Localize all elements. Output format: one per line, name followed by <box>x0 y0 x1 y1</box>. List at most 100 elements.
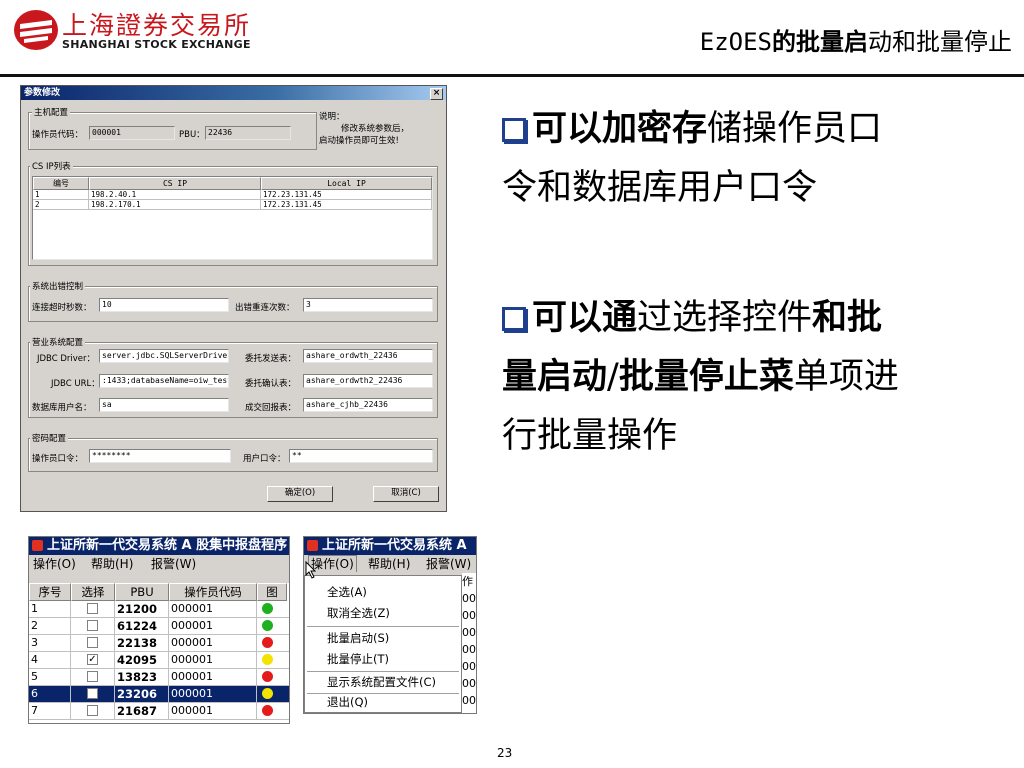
db-user-field[interactable]: sa <box>99 398 229 412</box>
ok-button[interactable]: 确定(O) <box>267 486 333 502</box>
cs-ip-table: 编号 CS IP Local IP 1 198.2.40.1 172.23.13… <box>32 176 433 260</box>
select-cell[interactable]: ✓ <box>71 652 115 669</box>
confirm-table-field[interactable]: ashare_ordwth2_22436 <box>303 374 433 388</box>
column-header-operator[interactable]: 操作员代码 <box>169 583 257 601</box>
status-cell[interactable] <box>257 618 289 635</box>
row-checkbox[interactable] <box>87 671 98 682</box>
grid-edge-cell: 00 <box>462 592 476 605</box>
menu-item-batch-stop[interactable]: 批量停止(T) <box>305 649 461 670</box>
row-number-cell[interactable]: 3 <box>29 635 71 652</box>
pbu-cell[interactable]: 13823 <box>115 669 169 686</box>
select-cell[interactable] <box>71 669 115 686</box>
row-checkbox[interactable] <box>87 603 98 614</box>
table-cell[interactable]: 198.2.40.1 <box>89 190 261 200</box>
row-checkbox[interactable] <box>87 620 98 631</box>
row-number-cell[interactable]: 4 <box>29 652 71 669</box>
menu-item-batch-start[interactable]: 批量启动(S) <box>305 628 461 649</box>
table-cell[interactable]: 2 <box>33 200 89 210</box>
operator-code-cell[interactable]: 000001 <box>169 652 257 669</box>
menu-item-show-config[interactable]: 显示系统配置文件(C) <box>305 672 461 693</box>
column-header-no[interactable]: 序号 <box>29 583 71 601</box>
send-table-field[interactable]: ashare_ordwth_22436 <box>303 349 433 363</box>
select-cell[interactable] <box>71 686 115 703</box>
cancel-button[interactable]: 取消(C) <box>373 486 439 502</box>
select-cell[interactable] <box>71 703 115 720</box>
row-checkbox[interactable]: ✓ <box>87 654 98 665</box>
deal-table-label: 成交回报表： <box>245 403 297 413</box>
menu-alarm[interactable]: 报警(W) <box>151 555 196 573</box>
close-icon[interactable]: × <box>430 88 443 100</box>
menu-window-grid-edge: 作 00 00 00 00 00 00 00 <box>462 573 476 713</box>
jdbc-url-field[interactable]: :1433;databaseName=oiw_test <box>99 374 229 388</box>
grid-edge-cell: 00 <box>462 626 476 639</box>
pbu-cell[interactable]: 42095 <box>115 652 169 669</box>
column-header-pbu[interactable]: PBU <box>115 583 169 601</box>
column-header-select[interactable]: 选择 <box>71 583 115 601</box>
row-checkbox[interactable] <box>87 688 98 699</box>
select-cell[interactable] <box>71 635 115 652</box>
table-cell[interactable]: 172.23.131.45 <box>261 200 432 210</box>
operator-code-cell[interactable]: 000001 <box>169 601 257 618</box>
jdbc-driver-label: JDBC Driver： <box>37 354 96 364</box>
status-cell[interactable] <box>257 652 289 669</box>
timeout-field[interactable]: 10 <box>99 298 229 312</box>
menu-alarm[interactable]: 报警(W) <box>426 555 471 573</box>
status-cell[interactable] <box>257 601 289 618</box>
menu-help[interactable]: 帮助(H) <box>368 555 410 573</box>
menu-operate[interactable]: 操作(O) <box>33 555 76 573</box>
menu-help[interactable]: 帮助(H) <box>91 555 133 573</box>
menu-item-deselect-all[interactable]: 取消全选(Z) <box>305 603 461 624</box>
column-header-icon[interactable]: 图 <box>257 583 287 601</box>
operator-code-cell[interactable]: 000001 <box>169 618 257 635</box>
user-password-field[interactable]: ** <box>289 449 433 463</box>
menu-item-select-all[interactable]: 全选(A) <box>305 582 461 603</box>
operator-code-cell[interactable]: 000001 <box>169 635 257 652</box>
column-header-no[interactable]: 编号 <box>33 177 89 190</box>
row-number-cell[interactable]: 1 <box>29 601 71 618</box>
operator-password-field[interactable]: ******** <box>89 449 231 463</box>
pbu-cell[interactable]: 21687 <box>115 703 169 720</box>
confirm-table-label: 委托确认表： <box>245 379 297 389</box>
select-cell[interactable] <box>71 601 115 618</box>
status-cell[interactable] <box>257 669 289 686</box>
status-cell[interactable] <box>257 703 289 720</box>
table-cell[interactable]: 172.23.131.45 <box>261 190 432 200</box>
menu-item-exit[interactable]: 退出(Q) <box>305 692 461 713</box>
operate-dropdown-menu: 全选(A) 取消全选(Z) 批量启动(S) 批量停止(T) 显示系统配置文件(C… <box>304 575 462 713</box>
row-number-cell[interactable]: 6 <box>29 686 71 703</box>
row-number-cell[interactable]: 7 <box>29 703 71 720</box>
operator-code-cell[interactable]: 000001 <box>169 669 257 686</box>
grid-window-title-bar: 上证所新一代交易系统 A 股集中报盘程序 <box>29 537 289 555</box>
row-number-cell[interactable]: 5 <box>29 669 71 686</box>
deal-table-field[interactable]: ashare_cjhb_22436 <box>303 398 433 412</box>
pbu-label: PBU： <box>179 130 205 140</box>
status-cell[interactable] <box>257 686 289 703</box>
retry-label: 出错重连次数： <box>235 303 295 313</box>
table-cell[interactable]: 198.2.170.1 <box>89 200 261 210</box>
operator-code-cell[interactable]: 000001 <box>169 686 257 703</box>
jdbc-driver-field[interactable]: server.jdbc.SQLServerDriver <box>99 349 229 363</box>
pbu-cell[interactable]: 23206 <box>115 686 169 703</box>
status-red-icon <box>262 637 273 648</box>
db-user-label: 数据库用户名： <box>32 403 92 413</box>
column-header-cs-ip[interactable]: CS IP <box>89 177 261 190</box>
grid-edge-cell: 00 <box>462 643 476 656</box>
operator-code-field[interactable]: 000001 <box>89 126 175 140</box>
parameter-dialog: 参数修改 × 主机配置 操作员代码： 000001 PBU： 22436 说明：… <box>20 85 447 512</box>
pbu-cell[interactable]: 21200 <box>115 601 169 618</box>
status-cell[interactable] <box>257 635 289 652</box>
select-cell[interactable] <box>71 618 115 635</box>
row-number-cell[interactable]: 2 <box>29 618 71 635</box>
row-checkbox[interactable] <box>87 637 98 648</box>
app-icon <box>32 540 43 551</box>
row-checkbox[interactable] <box>87 705 98 716</box>
pbu-cell[interactable]: 22138 <box>115 635 169 652</box>
column-header-local-ip[interactable]: Local IP <box>261 177 432 190</box>
gateway-grid-window: 上证所新一代交易系统 A 股集中报盘程序 操作(O) 帮助(H) 报警(W) 序… <box>28 536 290 724</box>
pbu-field[interactable]: 22436 <box>205 126 291 140</box>
pbu-cell[interactable]: 61224 <box>115 618 169 635</box>
table-cell[interactable]: 1 <box>33 190 89 200</box>
retry-field[interactable]: 3 <box>303 298 433 312</box>
operator-code-cell[interactable]: 000001 <box>169 703 257 720</box>
app-icon <box>307 540 318 551</box>
